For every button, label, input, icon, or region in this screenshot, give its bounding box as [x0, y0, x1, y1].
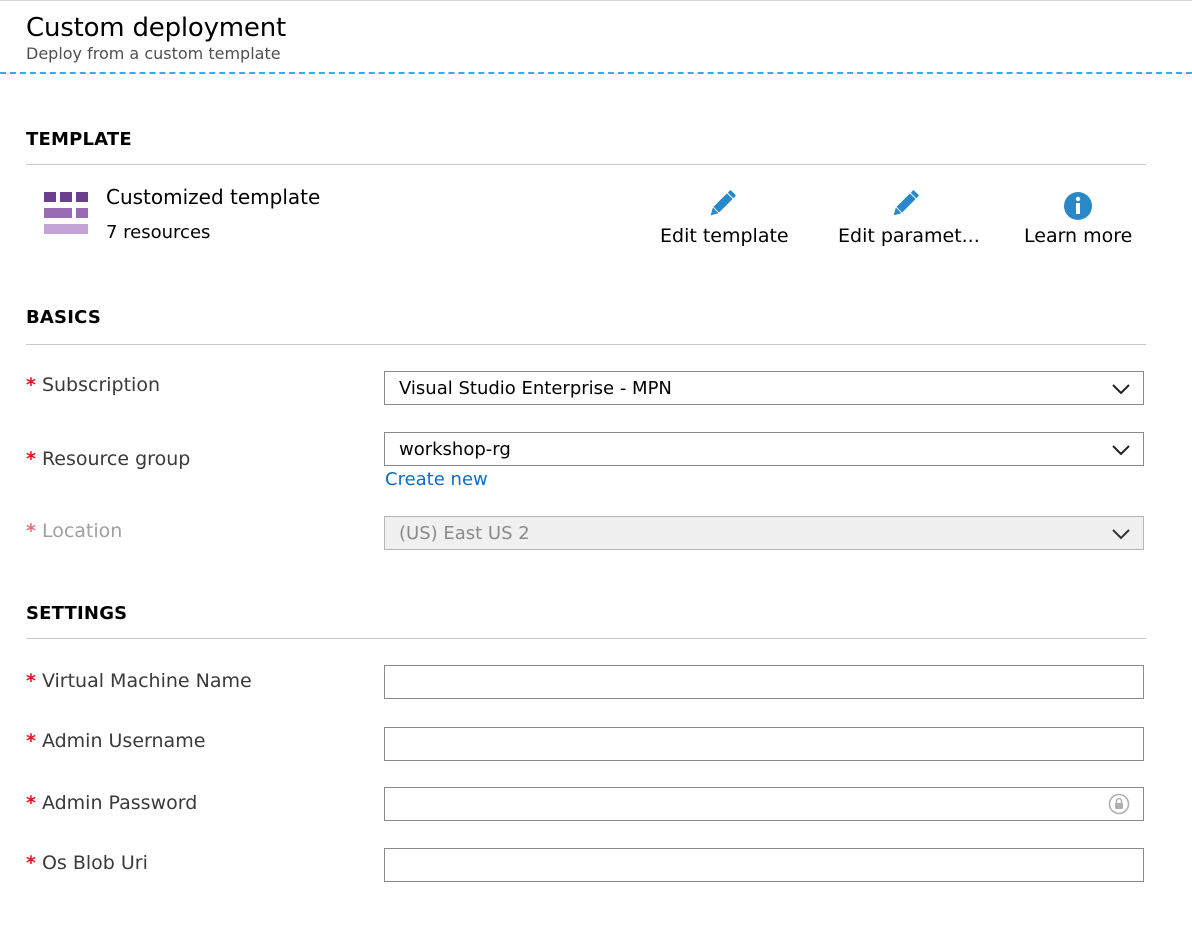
admin-password-field — [384, 787, 1144, 821]
custom-deployment-blade: Custom deployment Deploy from a custom t… — [0, 0, 1192, 934]
section-divider-basics — [26, 344, 1146, 345]
location-value: (US) East US 2 — [399, 523, 530, 544]
vm-name-label: * Virtual Machine Name — [26, 670, 252, 692]
location-label: * Location — [26, 520, 123, 542]
resource-group-label: * Resource group — [26, 448, 191, 470]
os-blob-uri-input[interactable] — [384, 848, 1144, 882]
required-marker: * — [26, 448, 36, 470]
admin-password-input[interactable] — [384, 787, 1144, 821]
section-title-template: TEMPLATE — [26, 129, 132, 150]
edit-template-button[interactable]: Edit template — [660, 186, 789, 248]
resource-group-value: workshop-rg — [399, 439, 511, 460]
password-lock-icon[interactable] — [1108, 793, 1130, 815]
chevron-down-icon — [1112, 445, 1130, 456]
section-title-basics: BASICS — [26, 307, 102, 328]
top-border — [0, 0, 1192, 1]
required-marker: * — [26, 520, 36, 542]
subscription-dropdown[interactable]: Visual Studio Enterprise - MPN — [384, 371, 1144, 405]
template-name: Customized template — [106, 185, 321, 209]
page-title: Custom deployment — [26, 13, 286, 43]
chevron-down-icon — [1112, 384, 1130, 395]
required-marker: * — [26, 670, 36, 692]
info-icon — [1064, 192, 1092, 220]
subscription-value: Visual Studio Enterprise - MPN — [399, 378, 672, 399]
blade-header: Custom deployment Deploy from a custom t… — [26, 12, 286, 64]
admin-username-label: * Admin Username — [26, 730, 206, 752]
section-divider-settings — [26, 638, 1146, 639]
section-divider-template — [26, 164, 1146, 165]
admin-username-input[interactable] — [384, 727, 1144, 761]
required-marker: * — [26, 730, 36, 752]
pencil-icon — [710, 190, 736, 216]
learn-more-button[interactable]: Learn more — [1024, 186, 1132, 248]
section-title-settings: SETTINGS — [26, 603, 128, 624]
chevron-down-icon — [1112, 529, 1130, 540]
required-marker: * — [26, 374, 36, 396]
template-resource-count: 7 resources — [106, 222, 211, 243]
edit-parameters-label: Edit paramet... — [838, 225, 980, 247]
resource-group-dropdown[interactable]: workshop-rg — [384, 432, 1144, 466]
header-divider — [0, 72, 1192, 74]
create-new-resource-group-link[interactable]: Create new — [385, 469, 488, 491]
required-marker: * — [26, 852, 36, 874]
edit-parameters-button[interactable]: Edit paramet... — [838, 186, 980, 248]
learn-more-label: Learn more — [1024, 225, 1133, 247]
vm-name-input[interactable] — [384, 665, 1144, 699]
subscription-label: * Subscription — [26, 374, 160, 396]
edit-template-label: Edit template — [660, 225, 789, 247]
pencil-icon — [893, 190, 919, 216]
admin-password-label: * Admin Password — [26, 792, 198, 814]
template-grid-icon — [44, 192, 88, 234]
os-blob-uri-label: * Os Blob Uri — [26, 852, 148, 874]
location-dropdown: (US) East US 2 — [384, 516, 1144, 550]
required-marker: * — [26, 792, 36, 814]
page-subtitle: Deploy from a custom template — [26, 44, 281, 63]
